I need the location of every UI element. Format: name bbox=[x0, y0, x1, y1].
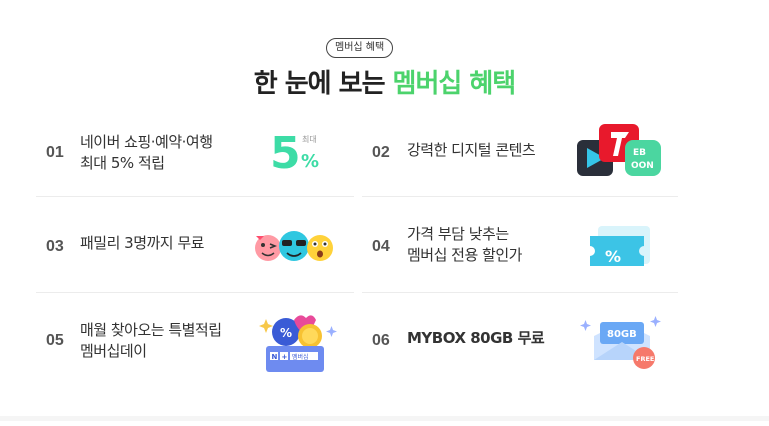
title-prefix: 한 눈에 보는 bbox=[253, 69, 393, 99]
benefit-number: 04 bbox=[372, 238, 390, 255]
benefit-label-line1: 강력한 디지털 콘텐츠 bbox=[407, 141, 536, 159]
benefit-number: 01 bbox=[46, 144, 64, 161]
benefit-label-line1: 매월 찾아오는 특별적립 bbox=[80, 321, 222, 339]
benefit-number: 05 bbox=[46, 332, 64, 349]
benefit-label-line2: 멤버십데이 bbox=[80, 342, 147, 360]
five-percent-max: 최대 bbox=[302, 134, 317, 144]
mybox-capacity: 80GB bbox=[607, 329, 637, 340]
benefit-label: 매월 찾아오는 특별적립 멤버십데이 bbox=[80, 320, 222, 362]
digital-content-icon: EB OON bbox=[577, 124, 661, 176]
svg-text:OON: OON bbox=[631, 161, 654, 171]
mybox-free-badge: FREE bbox=[636, 355, 654, 363]
divider bbox=[362, 196, 678, 197]
benefit-label-line1: 네이버 쇼핑·예약·여행 bbox=[80, 133, 213, 151]
benefit-label-line1: MYBOX 80GB 무료 bbox=[407, 329, 545, 347]
benefit-number: 03 bbox=[46, 238, 64, 255]
divider bbox=[36, 196, 354, 197]
benefit-number: 02 bbox=[372, 144, 390, 161]
benefit-badge: 멤버십 혜택 bbox=[326, 38, 394, 58]
benefit-label-line1: 패밀리 3명까지 무료 bbox=[80, 234, 204, 252]
benefit-label-line2: 최대 5% 적립 bbox=[80, 154, 165, 172]
coupon-percent: % bbox=[605, 247, 621, 266]
five-percent-digit: 5 bbox=[270, 128, 301, 172]
svg-text:%: % bbox=[280, 326, 292, 340]
five-percent-icon: 5 최대 % bbox=[270, 128, 319, 172]
svg-text:EB: EB bbox=[633, 148, 646, 158]
family-emoji-icon bbox=[255, 231, 333, 261]
benefit-label: 가격 부담 낮추는 멤버십 전용 할인가 bbox=[407, 224, 522, 266]
footer-shade bbox=[0, 416, 769, 421]
benefit-label: 네이버 쇼핑·예약·여행 최대 5% 적립 bbox=[80, 132, 213, 174]
divider bbox=[36, 292, 354, 293]
membership-day-icon: % N + 멤버십 bbox=[259, 315, 337, 372]
mybox-cloud-icon: 80GB FREE bbox=[580, 316, 661, 369]
five-percent-sign: % bbox=[301, 151, 319, 172]
benefit-label: MYBOX 80GB 무료 bbox=[407, 328, 545, 349]
benefit-label-line1: 가격 부담 낮추는 bbox=[407, 225, 509, 243]
page-title: 한 눈에 보는 멤버십 혜택 bbox=[0, 63, 769, 100]
benefit-number: 06 bbox=[372, 332, 390, 349]
benefit-label: 패밀리 3명까지 무료 bbox=[80, 233, 204, 254]
discount-coupon-icon: % bbox=[590, 226, 650, 266]
benefit-label: 강력한 디지털 콘텐츠 bbox=[407, 140, 536, 161]
benefit-label-line2: 멤버십 전용 할인가 bbox=[407, 246, 522, 264]
membership-card-text: 멤버십 bbox=[292, 353, 309, 361]
divider bbox=[362, 292, 678, 293]
title-accent: 멤버십 혜택 bbox=[392, 69, 517, 99]
svg-text:+: + bbox=[282, 353, 288, 361]
svg-text:N: N bbox=[272, 353, 278, 361]
